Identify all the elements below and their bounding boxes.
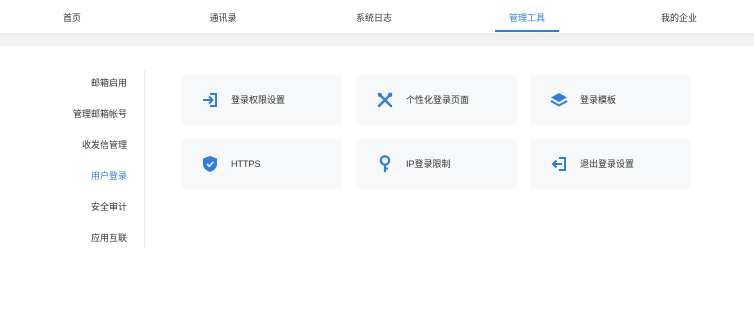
card-label: 登录权限设置 (231, 95, 286, 105)
card-login-templates[interactable]: 登录模板 (530, 75, 691, 125)
top-nav: 首页 通讯录 系统日志 管理工具 我的企业 (0, 0, 754, 33)
nav-contacts[interactable]: 通讯录 (209, 12, 236, 24)
sidebar-item-manage-accounts[interactable]: 管理邮箱帐号 (73, 108, 127, 120)
card-label: 个性化登录页面 (406, 95, 470, 105)
key-icon (379, 155, 391, 172)
login-arrow-icon (203, 93, 217, 107)
card-login-permissions[interactable]: 登录权限设置 (181, 75, 342, 125)
nav-system-log[interactable]: 系统日志 (356, 12, 392, 24)
sidebar-item-mailbox-enable[interactable]: 邮箱启用 (91, 77, 127, 89)
nav-home[interactable]: 首页 (63, 12, 81, 24)
card-https[interactable]: HTTPS (181, 139, 342, 189)
card-label: IP登录限制 (406, 159, 451, 169)
sidebar: 邮箱启用 管理邮箱帐号 收发信管理 用户登录 安全审计 应用互联 (0, 70, 145, 248)
sidebar-item-app-integration[interactable]: 应用互联 (91, 232, 127, 244)
card-label: HTTPS (231, 159, 261, 169)
nav-active-indicator (495, 30, 559, 32)
nav-admin-tools[interactable]: 管理工具 (509, 12, 545, 24)
layers-icon (550, 93, 568, 107)
nav-my-enterprise[interactable]: 我的企业 (661, 12, 697, 24)
card-logout-settings[interactable]: 退出登录设置 (530, 139, 691, 189)
logout-arrow-icon (551, 157, 566, 171)
sidebar-item-mail-management[interactable]: 收发信管理 (82, 139, 127, 151)
header-divider (0, 33, 754, 46)
tools-icon (377, 92, 393, 108)
card-custom-login-page[interactable]: 个性化登录页面 (356, 75, 517, 125)
sidebar-item-security-audit[interactable]: 安全审计 (91, 201, 127, 213)
shield-icon (203, 156, 217, 172)
card-label: 登录模板 (580, 95, 617, 105)
card-label: 退出登录设置 (580, 159, 635, 169)
sidebar-item-user-login[interactable]: 用户登录 (91, 170, 127, 182)
card-ip-login-restriction[interactable]: IP登录限制 (356, 139, 517, 189)
